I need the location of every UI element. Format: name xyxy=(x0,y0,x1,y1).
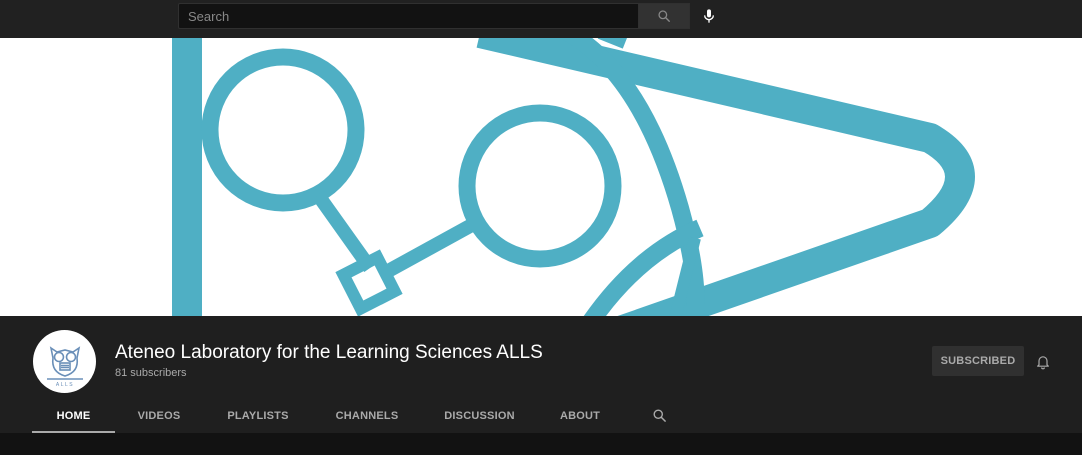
search-icon xyxy=(658,10,670,22)
microphone-icon xyxy=(704,9,714,23)
owl-logo: ALLS xyxy=(46,345,83,388)
notification-bell-button[interactable] xyxy=(1032,350,1054,372)
subscriber-count: 81 subscribers xyxy=(115,367,187,379)
tab-videos[interactable]: VIDEOS xyxy=(125,398,193,433)
channel-tabs: HOME VIDEOS PLAYLISTS CHANNELS DISCUSSIO… xyxy=(0,398,1082,433)
channel-banner xyxy=(0,38,1082,316)
voice-search-button[interactable] xyxy=(696,3,722,29)
channel-avatar[interactable]: ALLS xyxy=(33,330,96,393)
channel-name: Ateneo Laboratory for the Learning Scien… xyxy=(115,342,543,363)
content-area xyxy=(0,433,1082,455)
subscribed-button[interactable]: SUBSCRIBED xyxy=(932,346,1024,376)
top-bar xyxy=(0,0,1082,38)
channel-header: ALLS Ateneo Laboratory for the Learning … xyxy=(0,316,1082,433)
tab-home[interactable]: HOME xyxy=(32,398,115,433)
banner-artwork xyxy=(172,38,975,316)
tab-channels[interactable]: CHANNELS xyxy=(323,398,411,433)
tab-discussion[interactable]: DISCUSSION xyxy=(431,398,528,433)
search-input[interactable] xyxy=(179,4,638,28)
bell-icon xyxy=(1037,355,1049,369)
search-button[interactable] xyxy=(638,3,690,29)
tab-search-button[interactable] xyxy=(645,398,673,433)
tab-about[interactable]: ABOUT xyxy=(548,398,612,433)
tab-playlists[interactable]: PLAYLISTS xyxy=(213,398,303,433)
search-box xyxy=(178,3,639,29)
avatar-text: ALLS xyxy=(55,382,73,388)
search-icon xyxy=(653,409,666,422)
